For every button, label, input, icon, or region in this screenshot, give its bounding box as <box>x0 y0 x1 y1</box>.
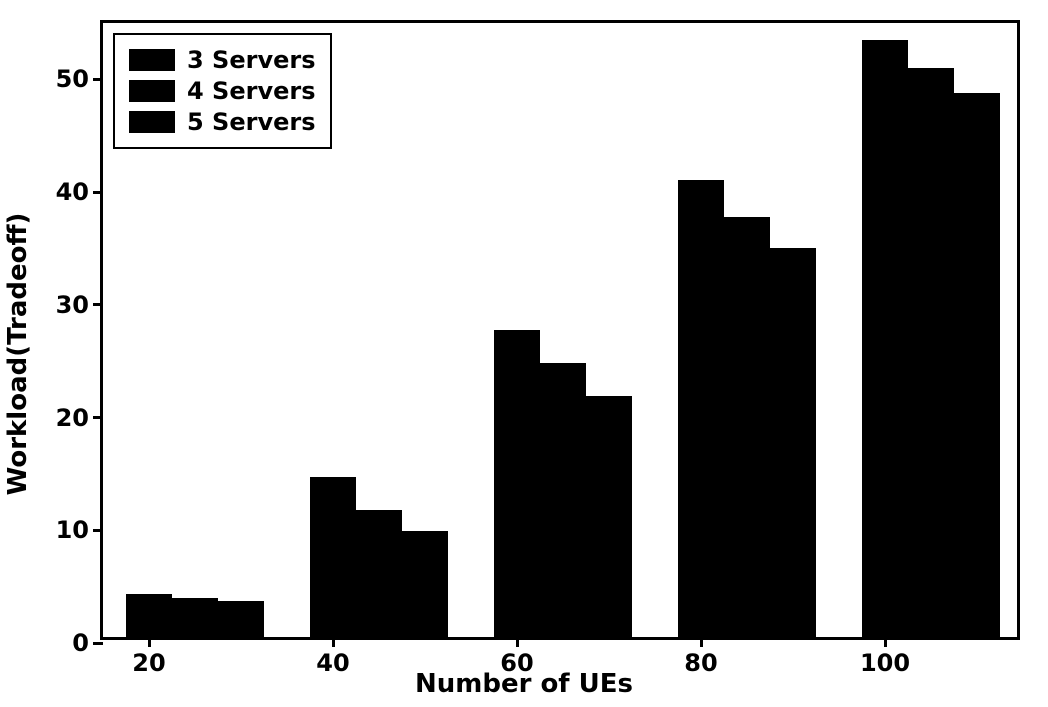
y-tick-label: 40 <box>56 178 89 206</box>
y-tick <box>93 642 103 645</box>
bar <box>402 531 448 637</box>
y-tick <box>93 529 103 532</box>
bar <box>126 594 172 637</box>
legend-label: 4 Servers <box>187 77 316 105</box>
bar <box>954 93 1000 637</box>
bar <box>172 598 218 637</box>
x-tick-label: 40 <box>316 649 349 677</box>
legend-label: 3 Servers <box>187 46 316 74</box>
legend-swatch <box>129 80 175 102</box>
legend-swatch <box>129 49 175 71</box>
x-axis-label: Number of UEs <box>415 669 633 699</box>
bar <box>724 217 770 637</box>
bar <box>494 330 540 637</box>
y-tick-label: 20 <box>56 404 89 432</box>
bar <box>218 601 264 637</box>
bar <box>540 363 586 637</box>
y-tick <box>93 191 103 194</box>
legend-label: 5 Servers <box>187 108 316 136</box>
legend-item: 3 Servers <box>129 46 316 74</box>
bar <box>356 510 402 637</box>
bar <box>862 40 908 637</box>
bar <box>770 248 816 637</box>
y-tick-label: 30 <box>56 291 89 319</box>
legend-item: 5 Servers <box>129 108 316 136</box>
y-tick <box>93 303 103 306</box>
y-tick-label: 0 <box>72 629 89 657</box>
x-tick <box>332 637 335 647</box>
x-tick <box>148 637 151 647</box>
x-tick <box>516 637 519 647</box>
legend-box: 3 Servers 4 Servers 5 Servers <box>113 33 332 149</box>
y-axis-label: Workload(Tradeoff) <box>3 212 33 495</box>
y-tick <box>93 78 103 81</box>
legend-item: 4 Servers <box>129 77 316 105</box>
x-tick <box>884 637 887 647</box>
x-tick-label: 100 <box>860 649 910 677</box>
bar <box>908 68 954 637</box>
y-tick <box>93 416 103 419</box>
legend-swatch <box>129 111 175 133</box>
y-tick-label: 50 <box>56 65 89 93</box>
x-tick-label: 20 <box>132 649 165 677</box>
chart-container: 3 Servers 4 Servers 5 Servers 0 10 20 30 40 50 2… <box>0 0 1048 707</box>
x-tick-label: 80 <box>684 649 717 677</box>
plot-area: 3 Servers4 Servers5 Servers 010203040502… <box>100 20 1020 640</box>
bar <box>586 396 632 637</box>
y-tick-label: 10 <box>56 516 89 544</box>
bar <box>678 180 724 637</box>
x-tick <box>700 637 703 647</box>
bar <box>310 477 356 637</box>
